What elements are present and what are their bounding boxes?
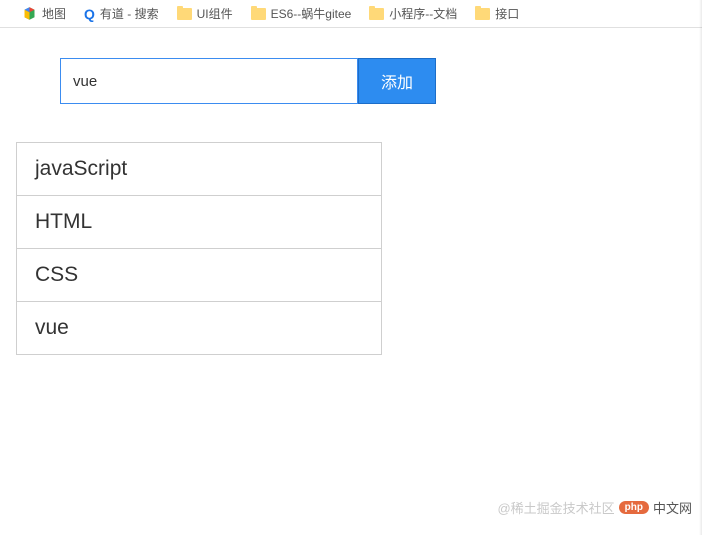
bookmark-es6[interactable]: ES6--蜗牛gitee xyxy=(251,5,352,22)
bookmark-api[interactable]: 接口 xyxy=(475,5,519,22)
bookmark-youdao[interactable]: Q 有道 - 搜索 xyxy=(84,5,159,22)
input-row: 添加 xyxy=(60,58,702,104)
folder-icon xyxy=(475,8,490,20)
list-item[interactable]: vue xyxy=(17,302,381,355)
item-list: javaScript HTML CSS vue xyxy=(16,142,382,355)
watermark-prefix: @稀土掘金技术社区 xyxy=(497,498,614,517)
bookmark-label: 小程序--文档 xyxy=(389,5,457,22)
add-button[interactable]: 添加 xyxy=(358,58,436,104)
folder-icon xyxy=(251,8,266,20)
watermark-suffix: 中文网 xyxy=(653,498,692,517)
bookmark-label: UI组件 xyxy=(197,5,233,22)
bookmark-label: 地图 xyxy=(42,5,66,22)
item-input[interactable] xyxy=(60,58,358,104)
bookmark-miniprogram[interactable]: 小程序--文档 xyxy=(369,5,457,22)
bookmark-map[interactable]: 地图 xyxy=(22,5,66,22)
bookmark-label: 有道 - 搜索 xyxy=(100,5,159,22)
watermark: @稀土掘金技术社区 php 中文网 xyxy=(497,498,692,517)
php-badge: php xyxy=(619,501,649,514)
list-item[interactable]: HTML xyxy=(17,196,381,249)
bookmark-label: ES6--蜗牛gitee xyxy=(271,5,352,22)
bookmark-bar: 地图 Q 有道 - 搜索 UI组件 ES6--蜗牛gitee 小程序--文档 接… xyxy=(0,0,702,28)
folder-icon xyxy=(369,8,384,20)
list-item[interactable]: CSS xyxy=(17,249,381,302)
bookmark-ui-components[interactable]: UI组件 xyxy=(177,5,233,22)
folder-icon xyxy=(177,8,192,20)
search-icon: Q xyxy=(84,6,95,22)
bookmark-label: 接口 xyxy=(495,5,519,22)
list-item[interactable]: javaScript xyxy=(17,143,381,196)
map-icon xyxy=(22,6,37,21)
